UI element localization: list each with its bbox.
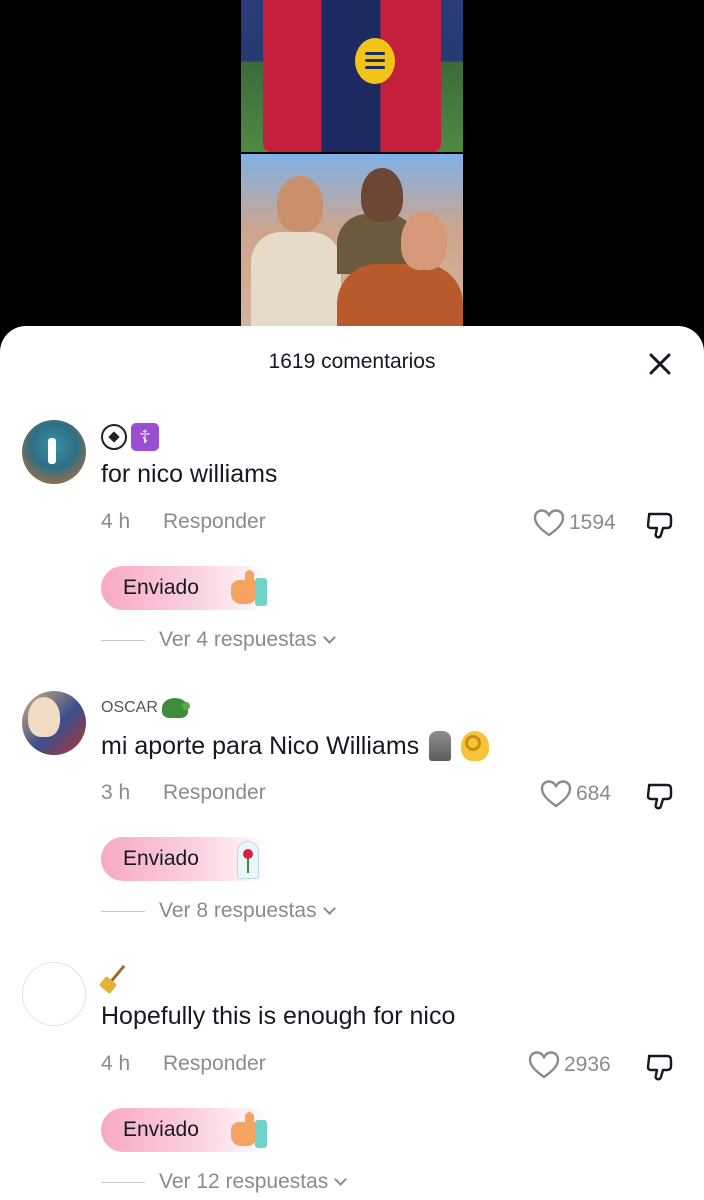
like-count: 1594 xyxy=(569,511,616,534)
comment-time: 3 h xyxy=(101,781,131,804)
video-thumbnail-players xyxy=(241,154,463,326)
thumbs-up-gift-icon xyxy=(229,570,269,606)
comment-text-content: for nico williams xyxy=(101,460,278,488)
comment-item: ☦ for nico williams 4 h Responder 1594 E… xyxy=(0,420,704,691)
comment-text: for nico williams xyxy=(101,460,277,489)
username: OSCAR xyxy=(101,699,158,716)
orthodox-cross-icon: ☦ xyxy=(131,423,159,451)
heart-icon xyxy=(533,509,565,537)
replies-divider xyxy=(101,1181,145,1183)
gift-sent-label: Enviado xyxy=(123,1118,199,1141)
moai-icon xyxy=(429,731,452,761)
video-thumbnail-jersey xyxy=(241,0,463,152)
dislike-icon[interactable] xyxy=(643,1050,677,1084)
comment-meta: 3 h Responder xyxy=(101,781,266,805)
reply-button[interactable]: Responder xyxy=(163,1052,266,1076)
comment-item: OSCAR mi aporte para Nico Williams 3 h R… xyxy=(0,691,704,962)
view-replies-label: Ver 4 respuestas xyxy=(159,628,317,651)
chevron-down-icon xyxy=(322,901,336,915)
reply-button[interactable]: Responder xyxy=(163,510,266,534)
heart-icon xyxy=(540,780,572,808)
player-body xyxy=(251,232,341,326)
view-replies-button[interactable]: Ver 4 respuestas xyxy=(101,628,336,652)
comment-text-content: mi aporte para Nico Williams xyxy=(101,731,420,760)
like-button[interactable]: 684 xyxy=(540,779,611,809)
chevron-down-icon xyxy=(322,630,336,644)
avatar[interactable] xyxy=(22,420,86,484)
sponsor-logo xyxy=(355,38,395,84)
ok-hand-icon xyxy=(461,731,490,761)
comment-time: 4 h xyxy=(101,510,131,533)
replies-divider xyxy=(101,910,145,912)
avatar[interactable] xyxy=(22,962,86,1026)
like-count: 2936 xyxy=(564,1053,611,1076)
comment-meta: 4 h Responder xyxy=(101,510,266,534)
reply-button[interactable]: Responder xyxy=(163,781,266,805)
comments-count-title: 1619 comentarios xyxy=(268,350,436,373)
comment-meta: 4 h Responder xyxy=(101,1052,266,1076)
gift-sent-label: Enviado xyxy=(123,576,199,599)
comment-time: 4 h xyxy=(101,1052,131,1075)
comment-text-content: Hopefully this is enough for nico xyxy=(101,1002,456,1030)
chevron-down-icon xyxy=(334,1172,348,1186)
dislike-icon[interactable] xyxy=(643,508,677,542)
soccer-ball-icon xyxy=(101,424,127,450)
heart-icon xyxy=(528,1051,560,1079)
comments-sheet: 1619 comentarios ☦ for nico williams 4 h… xyxy=(0,326,704,1200)
gift-sent-label: Enviado xyxy=(123,847,199,870)
rose-dome-gift-icon xyxy=(229,841,269,879)
comment-text: mi aporte para Nico Williams xyxy=(101,731,490,761)
username-row[interactable] xyxy=(101,964,131,994)
comment-text: Hopefully this is enough for nico xyxy=(101,1002,455,1031)
sheet-header: 1619 comentarios xyxy=(0,326,704,402)
gift-sent-pill[interactable]: Enviado xyxy=(101,837,271,881)
video-preview[interactable] xyxy=(0,0,704,340)
gift-sent-pill[interactable]: Enviado xyxy=(101,566,271,610)
comment-item: Hopefully this is enough for nico 4 h Re… xyxy=(0,962,704,1200)
dislike-icon[interactable] xyxy=(643,779,677,813)
player-head xyxy=(277,176,323,232)
jersey-image xyxy=(263,0,441,152)
player-body xyxy=(337,264,463,326)
username-row[interactable]: ☦ xyxy=(101,422,159,452)
like-button[interactable]: 2936 xyxy=(528,1050,611,1080)
gift-sent-pill[interactable]: Enviado xyxy=(101,1108,271,1152)
player-head xyxy=(401,212,447,270)
avatar[interactable] xyxy=(22,691,86,755)
close-icon[interactable] xyxy=(646,350,674,378)
broom-icon xyxy=(101,965,131,993)
like-count: 684 xyxy=(576,782,612,805)
replies-divider xyxy=(101,639,145,641)
username-row[interactable]: OSCAR xyxy=(101,693,190,723)
view-replies-button[interactable]: Ver 8 respuestas xyxy=(101,899,336,923)
thumbs-up-gift-icon xyxy=(229,1112,269,1148)
view-replies-label: Ver 8 respuestas xyxy=(159,899,317,922)
turtle-icon xyxy=(161,698,190,718)
view-replies-button[interactable]: Ver 12 respuestas xyxy=(101,1170,348,1194)
like-button[interactable]: 1594 xyxy=(533,508,616,538)
player-head xyxy=(361,168,403,222)
view-replies-label: Ver 12 respuestas xyxy=(159,1170,329,1193)
